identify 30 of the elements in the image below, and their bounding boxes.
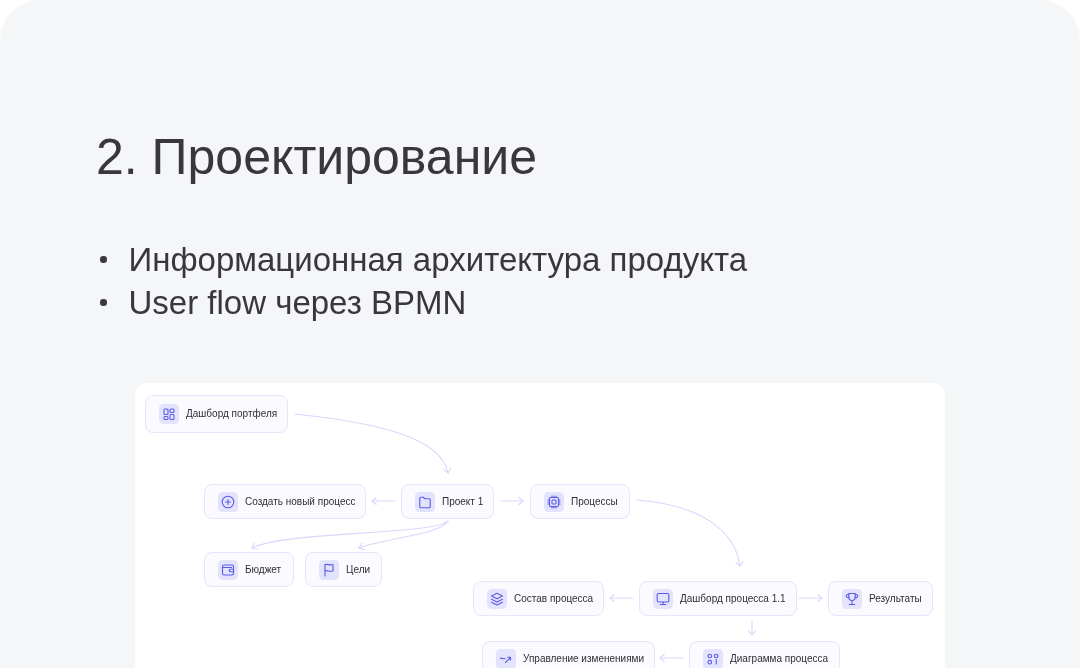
wallet-icon xyxy=(218,559,238,580)
node-label: Дашборд портфеля xyxy=(186,408,278,420)
node-label: Создать новый процесс xyxy=(245,495,356,508)
layers-icon xyxy=(487,588,507,609)
layout-grid-icon xyxy=(159,404,179,424)
chip-icon xyxy=(544,491,564,512)
node-label: Дашборд процесса 1.1 xyxy=(680,592,786,605)
slide-title: 2. Проектирование xyxy=(96,129,537,186)
bullet-text: User flow через BPMN xyxy=(128,283,467,323)
node-label: Результаты xyxy=(869,592,922,605)
connector-arrow xyxy=(609,593,634,603)
node-label: Проект 1 xyxy=(442,495,484,508)
bullet-text: Информационная архитектура продукта xyxy=(128,240,748,280)
node-label: Цели xyxy=(346,563,371,576)
bullet-icon xyxy=(100,299,107,306)
connector-arrow xyxy=(798,593,823,603)
flag-icon xyxy=(319,559,339,580)
node-label: Диаграмма процесса xyxy=(730,652,829,665)
node-label: Состав процесса xyxy=(514,592,594,605)
connector-arrow xyxy=(500,496,524,506)
node-label: Бюджет xyxy=(245,563,282,576)
connector-arrow xyxy=(747,620,757,636)
monitor-icon xyxy=(653,588,673,609)
node-label: Процессы xyxy=(571,495,618,508)
trophy-icon xyxy=(842,588,862,609)
folder-icon xyxy=(415,491,435,512)
connector-arrow xyxy=(659,653,684,663)
bullet-icon xyxy=(100,256,107,263)
node-label: Управление изменениями xyxy=(523,652,645,665)
connector-arrow xyxy=(371,496,396,506)
